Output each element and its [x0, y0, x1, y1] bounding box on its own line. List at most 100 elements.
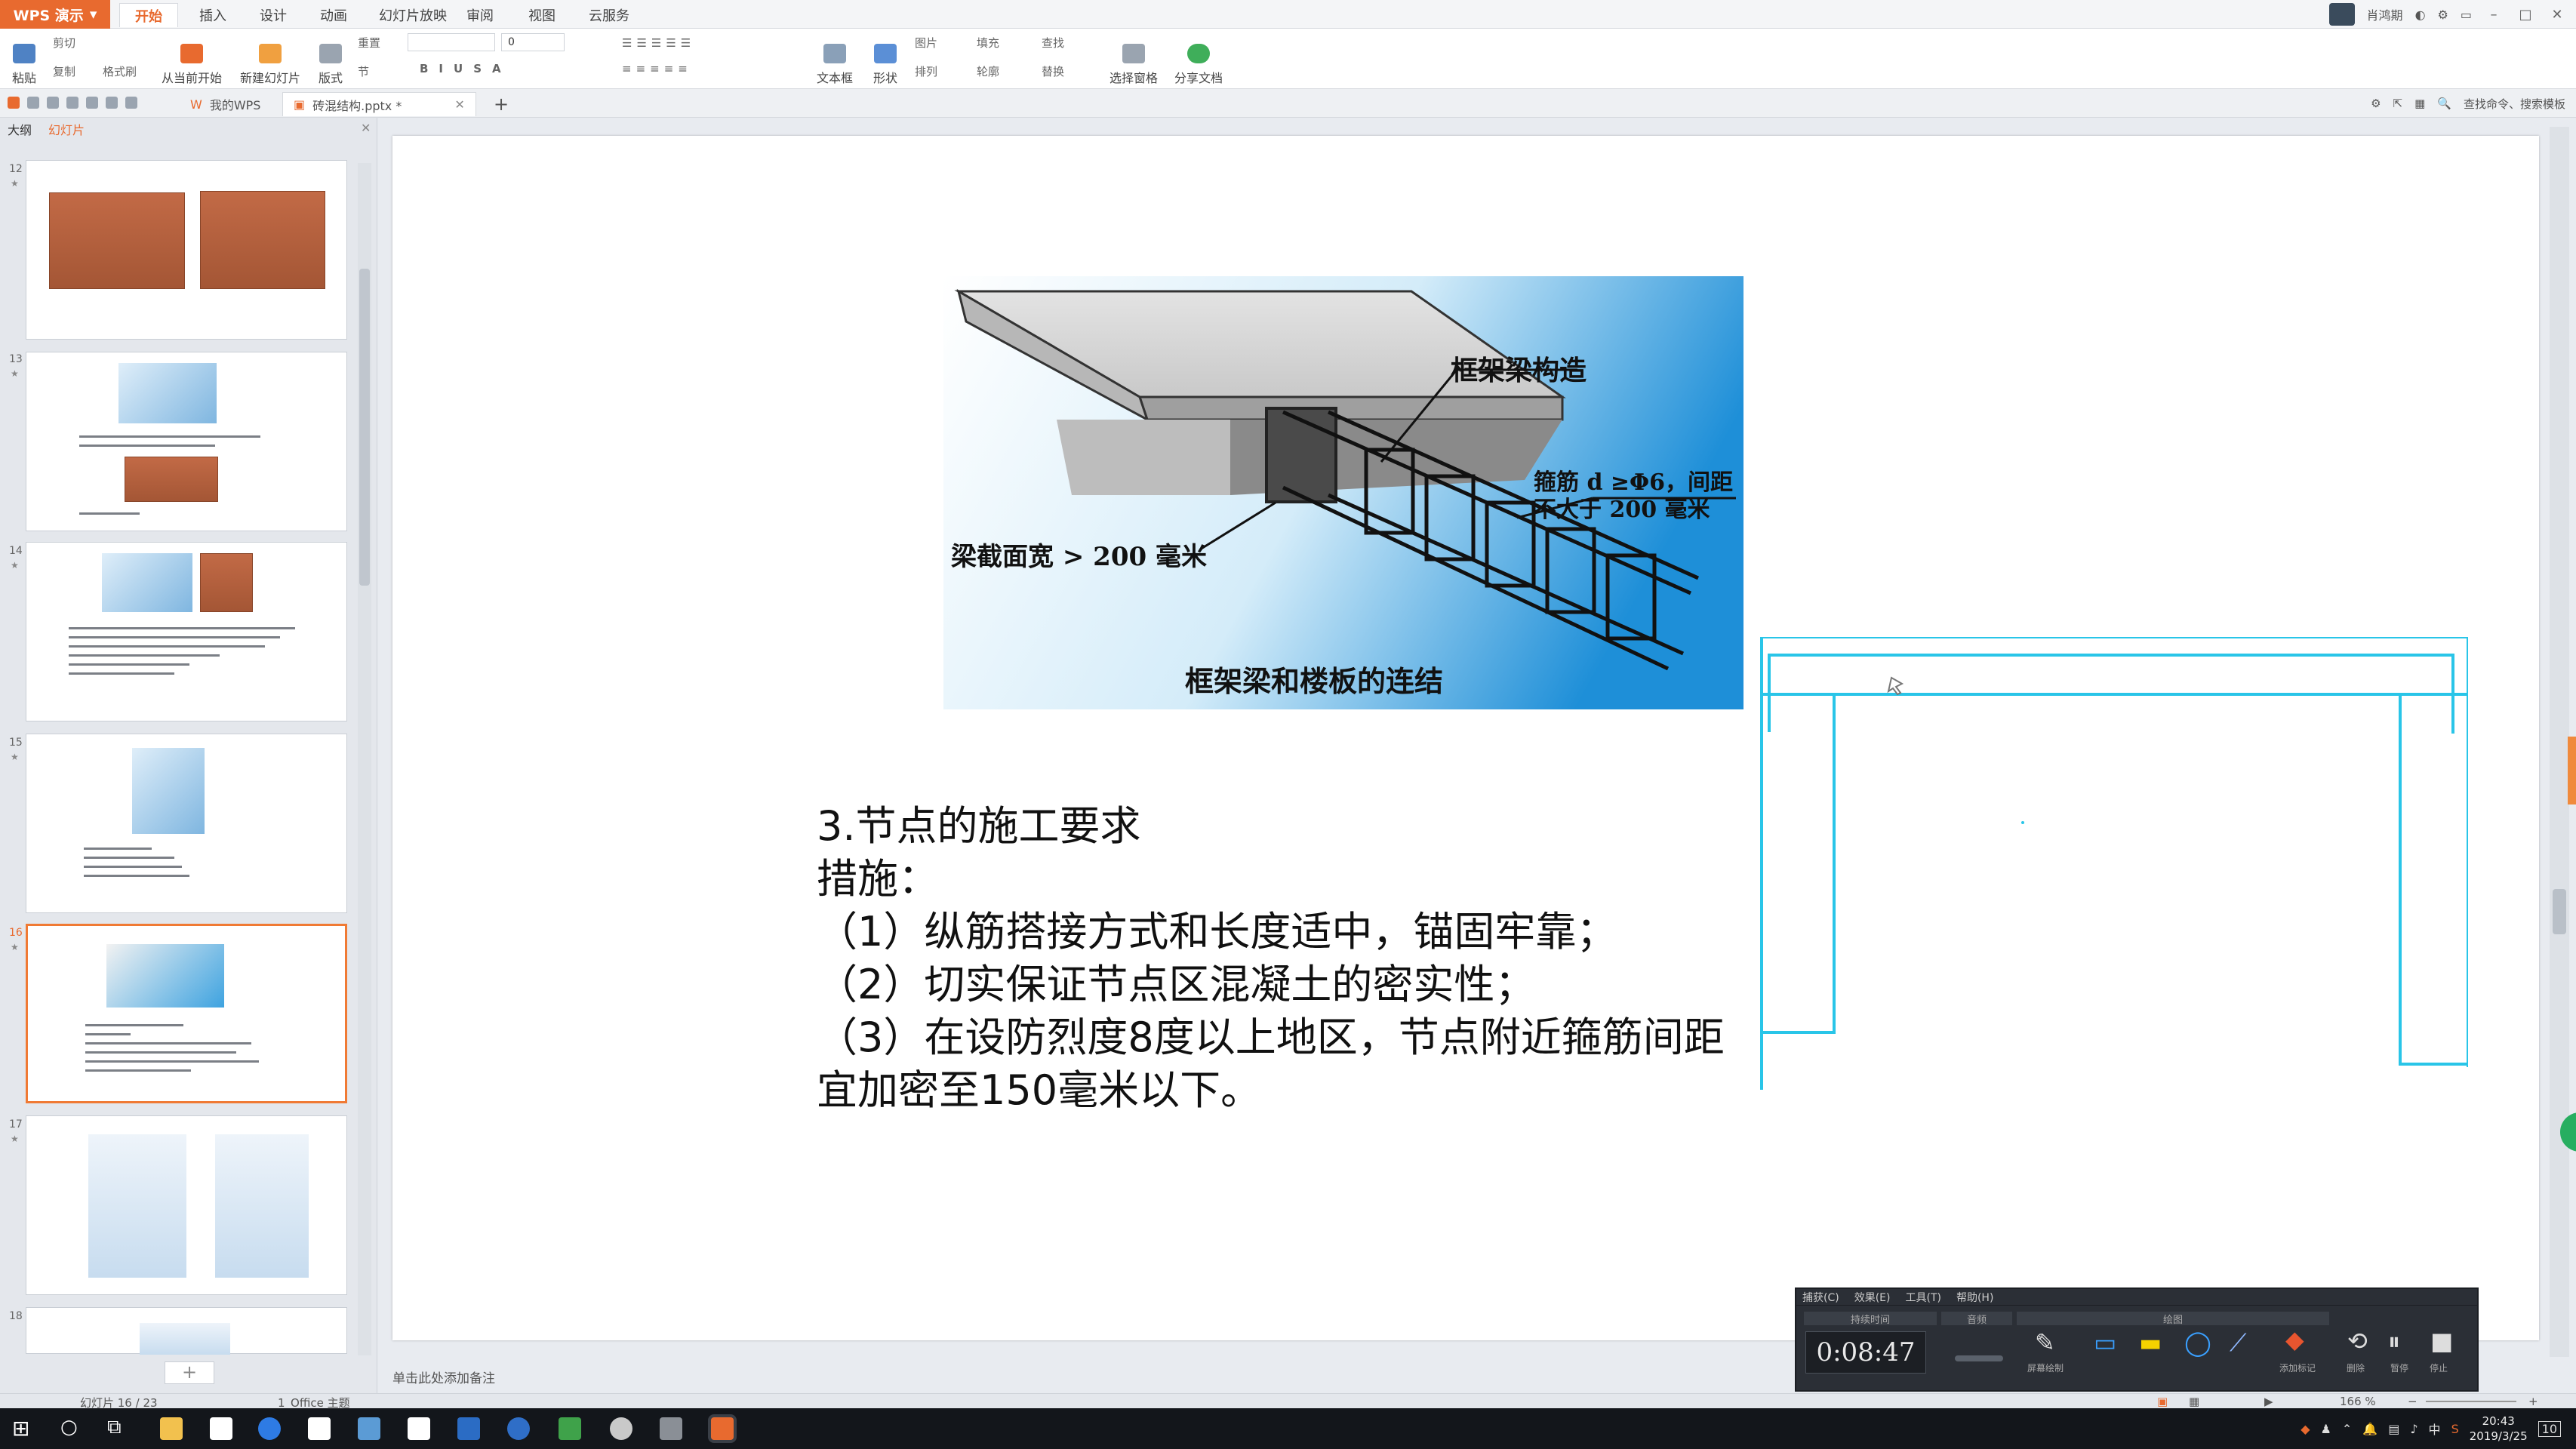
slide-body-text[interactable]: 3.节点的施工要求 措施： （1）纵筋搭接方式和长度适中，锚固牢靠； （2）切实…: [817, 800, 1873, 1117]
zoom-in-icon[interactable]: +: [2528, 1395, 2538, 1408]
file-explorer-icon[interactable]: [160, 1417, 183, 1440]
zoom-level[interactable]: 166 %: [2340, 1395, 2376, 1408]
recorder-menu-effects[interactable]: 效果(E): [1854, 1290, 1891, 1305]
fill-button[interactable]: 填充: [977, 35, 999, 51]
close-icon[interactable]: ✕: [454, 97, 464, 112]
app-icon-6[interactable]: [660, 1417, 682, 1440]
align-buttons[interactable]: ≡≡≡≡≡: [622, 62, 692, 75]
app-icon-2[interactable]: [408, 1417, 430, 1440]
app-icon-5[interactable]: [610, 1417, 632, 1440]
font-style-buttons[interactable]: BIUSA: [420, 62, 512, 75]
minimize-button[interactable]: –: [2484, 7, 2504, 23]
search-icon[interactable]: ○: [60, 1416, 78, 1438]
undo-icon[interactable]: [106, 97, 118, 109]
line-icon[interactable]: ⟋: [2230, 1328, 2246, 1358]
notepad-icon[interactable]: [308, 1417, 331, 1440]
settings-icon[interactable]: ⚙: [2438, 8, 2448, 22]
task-view-icon[interactable]: ⧉: [107, 1416, 122, 1439]
recorder-menu-help[interactable]: 帮助(H): [1956, 1290, 1993, 1305]
side-panel-toggle[interactable]: [2568, 737, 2576, 804]
tab-slides[interactable]: 幻灯片: [48, 120, 85, 138]
tab-outline[interactable]: 大纲: [8, 120, 32, 138]
rectangle-icon[interactable]: ▭: [2094, 1328, 2116, 1357]
restart-icon[interactable]: ⟲: [2347, 1327, 2368, 1355]
font-name-select[interactable]: [408, 33, 495, 51]
app-icon-1[interactable]: [358, 1417, 380, 1440]
tab-review[interactable]: 审阅: [451, 3, 509, 27]
preview-icon[interactable]: [86, 97, 98, 109]
quick-menu-icon[interactable]: [8, 97, 20, 109]
zoom-out-icon[interactable]: −: [2408, 1395, 2418, 1408]
chevron-up-icon[interactable]: ⌃: [2342, 1422, 2352, 1436]
search-command-input[interactable]: 查找命令、搜索模板: [2464, 96, 2565, 112]
pen-icon[interactable]: ✎: [2035, 1328, 2055, 1357]
reset-button[interactable]: 重置: [358, 35, 380, 51]
play-from-current-button[interactable]: 从当前开始: [155, 33, 228, 86]
tab-view[interactable]: 视图: [513, 3, 571, 27]
network-icon[interactable]: ▤: [2388, 1422, 2399, 1436]
view-normal-icon[interactable]: ▣: [2157, 1395, 2168, 1408]
arrange-button[interactable]: 排列: [915, 63, 937, 79]
skin-icon[interactable]: ◐: [2415, 8, 2426, 22]
redo-icon[interactable]: [125, 97, 137, 109]
save-icon[interactable]: [27, 97, 39, 109]
tab-cloud[interactable]: 云服务: [574, 3, 645, 27]
layout-button[interactable]: 版式: [312, 33, 349, 86]
tab-document[interactable]: ▣ 砖混结构.pptx * ✕: [282, 92, 476, 116]
section-button[interactable]: 节: [358, 63, 369, 79]
slide-thumbnail-12[interactable]: [26, 160, 347, 340]
app-icon-4[interactable]: [507, 1417, 530, 1440]
notification-bell-icon[interactable]: 🔔: [2362, 1422, 2377, 1436]
highlighter-icon[interactable]: ▬: [2139, 1328, 2162, 1357]
canvas-scrollbar[interactable]: [2550, 127, 2569, 1357]
tab-home[interactable]: 开始: [119, 3, 178, 27]
paragraph-buttons[interactable]: ☰☰☰☰☰: [622, 36, 695, 50]
pin-icon[interactable]: ⇱: [2393, 97, 2403, 110]
scrollbar-thumb[interactable]: [359, 269, 370, 586]
open-icon[interactable]: [47, 97, 59, 109]
avatar[interactable]: [2328, 3, 2355, 26]
cut-button[interactable]: 剪切: [53, 35, 75, 51]
replace-button[interactable]: 替换: [1042, 63, 1064, 79]
pause-icon[interactable]: ⏸: [2388, 1327, 2400, 1356]
recorder-menu-tools[interactable]: 工具(T): [1905, 1290, 1940, 1305]
close-icon[interactable]: ✕: [361, 121, 371, 135]
app-menu-button[interactable]: WPS 演示 ▾: [0, 0, 110, 29]
find-button[interactable]: 查找: [1042, 35, 1064, 51]
new-tab-button[interactable]: +: [483, 92, 519, 116]
search-icon[interactable]: 🔍: [2437, 97, 2451, 110]
format-painter-button[interactable]: 格式刷: [103, 63, 137, 79]
close-button[interactable]: ✕: [2547, 7, 2567, 23]
add-slide-button[interactable]: +: [165, 1361, 214, 1384]
volume-icon[interactable]: ♪: [2410, 1422, 2418, 1436]
paste-button[interactable]: 粘贴: [8, 33, 41, 86]
person-icon[interactable]: ♟: [2321, 1422, 2331, 1436]
tab-insert[interactable]: 插入: [184, 3, 242, 27]
ellipse-icon[interactable]: ◯: [2184, 1328, 2211, 1357]
new-slide-button[interactable]: 新建幻灯片: [234, 33, 306, 86]
wps-tray-icon[interactable]: ◆: [2301, 1422, 2310, 1436]
marker-icon[interactable]: ◆: [2285, 1325, 2304, 1354]
current-slide[interactable]: 框架梁构造 箍筋 d ≥Φ6，间距 不大于 200 毫米 梁截面宽 > 200 …: [392, 136, 2539, 1340]
textbox-button[interactable]: 文本框: [812, 33, 857, 86]
slide-thumbnail-14[interactable]: [26, 542, 347, 721]
window-mode-icon[interactable]: ▭: [2461, 8, 2472, 22]
tab-animation[interactable]: 动画: [305, 3, 362, 27]
camtasia-icon[interactable]: [559, 1417, 581, 1440]
slide-thumbnail-16[interactable]: [26, 924, 347, 1103]
tab-design[interactable]: 设计: [245, 3, 302, 27]
user-name[interactable]: 肖鸿期: [2367, 5, 2403, 23]
windows-start-icon[interactable]: ⊞: [12, 1416, 29, 1441]
audio-level-slider[interactable]: [1955, 1355, 2003, 1361]
wps-tray-icon-2[interactable]: S: [2451, 1422, 2459, 1436]
maximize-button[interactable]: □: [2516, 7, 2535, 23]
share-button[interactable]: 分享文档: [1170, 33, 1227, 86]
zoom-slider[interactable]: [2426, 1401, 2516, 1402]
scrollbar-thumb[interactable]: [2553, 889, 2566, 934]
copy-button[interactable]: 复制: [53, 63, 75, 79]
select-pane-button[interactable]: 选择窗格: [1105, 33, 1162, 86]
view-slideshow-icon[interactable]: ▶: [2264, 1395, 2273, 1408]
ime-indicator[interactable]: 中: [2429, 1420, 2441, 1438]
shape-button[interactable]: 形状: [865, 33, 906, 86]
action-center-badge[interactable]: 10: [2538, 1420, 2561, 1437]
